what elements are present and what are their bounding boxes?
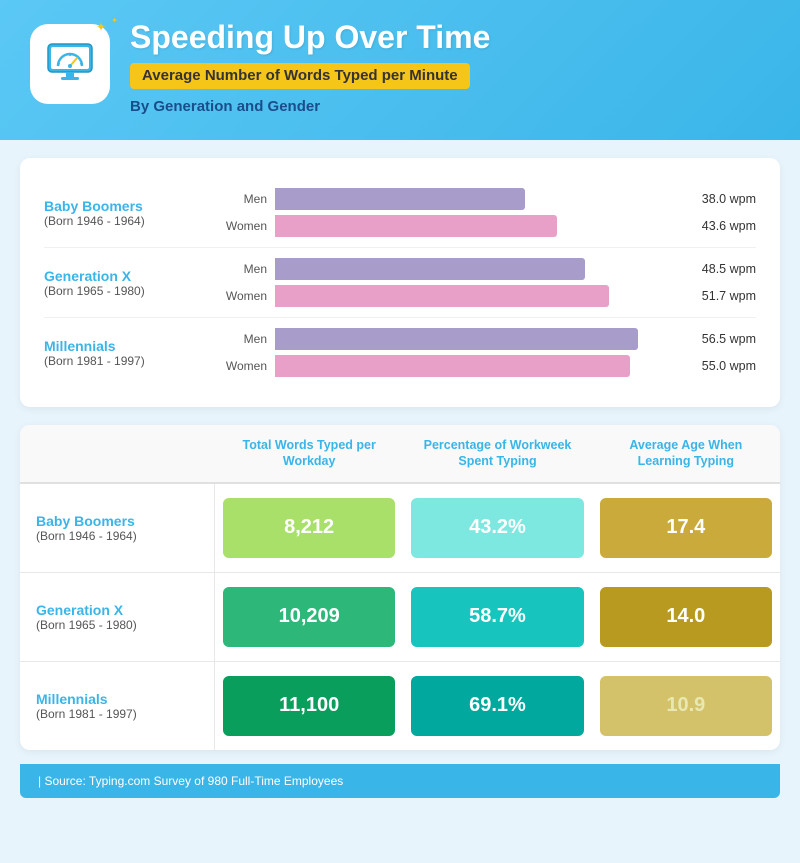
value-box-bb-pct: 43.2% <box>411 498 583 558</box>
value-box-mil-pct: 69.1% <box>411 676 583 736</box>
bar-men-gx <box>275 258 585 280</box>
bars-genx: Men 48.5 wpm Women 51.7 wpm <box>219 258 756 307</box>
table-val-bb-words: 8,212 <box>215 484 403 572</box>
gen-row-genx: Generation X (Born 1965 - 1980) Men 48.5… <box>44 248 756 318</box>
stats-table: Total Words Typed per Workday Percentage… <box>20 425 780 750</box>
header-icon-wrap: ✦ ✦ <box>30 24 110 104</box>
women-label-mil: Women <box>219 359 267 373</box>
table-val-gx-age: 14.0 <box>592 573 780 661</box>
header: ✦ ✦ Speeding Up Over Time Average Number… <box>0 0 800 140</box>
table-val-mil-pct: 69.1% <box>403 662 591 750</box>
source-bar: | Source: Typing.com Survey of 980 Full-… <box>20 764 780 798</box>
table-gen-name-bb: Baby Boomers <box>36 513 198 529</box>
table-gen-name-mil: Millennials <box>36 691 198 707</box>
value-box-mil-age: 10.9 <box>600 676 772 736</box>
sub-heading: By Generation and Gender <box>130 98 770 115</box>
table-col2-header: Percentage of Workweek Spent Typing <box>403 425 591 482</box>
main-content: Baby Boomers (Born 1946 - 1964) Men 38.0… <box>0 140 800 816</box>
bar-row-men-mil: Men 56.5 wpm <box>219 328 756 350</box>
value-box-mil-words: 11,100 <box>223 676 395 736</box>
men-label-mil: Men <box>219 332 267 346</box>
bar-row-women-mil: Women 55.0 wpm <box>219 355 756 377</box>
computer-icon <box>44 36 96 88</box>
bar-value-men-gx: 48.5 wpm <box>686 262 756 276</box>
gen-row-millennials: Millennials (Born 1981 - 1997) Men 56.5 … <box>44 318 756 387</box>
star-icon-small: ✦ <box>111 16 118 25</box>
table-gen-years-gx: (Born 1965 - 1980) <box>36 618 198 632</box>
bar-women-mil <box>275 355 630 377</box>
bar-container-women-gx <box>275 285 678 307</box>
gen-years-genx: (Born 1965 - 1980) <box>44 284 209 298</box>
bar-container-men-mil <box>275 328 678 350</box>
value-box-gx-words: 10,209 <box>223 587 395 647</box>
table-val-gx-words: 10,209 <box>215 573 403 661</box>
gen-years-millennials: (Born 1981 - 1997) <box>44 354 209 368</box>
bar-value-men-mil: 56.5 wpm <box>686 332 756 346</box>
table-row-baby-boomers: Baby Boomers (Born 1946 - 1964) 8,212 43… <box>20 484 780 573</box>
gen-label-baby-boomers: Baby Boomers (Born 1946 - 1964) <box>44 198 219 228</box>
table-gen-cell-bb: Baby Boomers (Born 1946 - 1964) <box>20 484 215 572</box>
bar-women-bb <box>275 215 557 237</box>
value-box-gx-pct: 58.7% <box>411 587 583 647</box>
gen-years-baby-boomers: (Born 1946 - 1964) <box>44 214 209 228</box>
bar-value-women-bb: 43.6 wpm <box>686 219 756 233</box>
value-box-bb-words: 8,212 <box>223 498 395 558</box>
bar-container-women-mil <box>275 355 678 377</box>
bars-millennials: Men 56.5 wpm Women 55.0 wpm <box>219 328 756 377</box>
bar-value-men-bb: 38.0 wpm <box>686 192 756 206</box>
bars-baby-boomers: Men 38.0 wpm Women 43.6 wpm <box>219 188 756 237</box>
table-gen-cell-gx: Generation X (Born 1965 - 1980) <box>20 573 215 661</box>
bar-value-women-gx: 51.7 wpm <box>686 289 756 303</box>
table-row-genx: Generation X (Born 1965 - 1980) 10,209 5… <box>20 573 780 662</box>
women-label-gx: Women <box>219 289 267 303</box>
table-val-bb-age: 17.4 <box>592 484 780 572</box>
bar-men-bb <box>275 188 525 210</box>
table-header: Total Words Typed per Workday Percentage… <box>20 425 780 484</box>
bar-women-gx <box>275 285 609 307</box>
gen-row-baby-boomers: Baby Boomers (Born 1946 - 1964) Men 38.0… <box>44 178 756 248</box>
table-col1-header: Total Words Typed per Workday <box>215 425 403 482</box>
bar-row-women-bb: Women 43.6 wpm <box>219 215 756 237</box>
men-label-bb: Men <box>219 192 267 206</box>
value-box-bb-age: 17.4 <box>600 498 772 558</box>
table-row-millennials: Millennials (Born 1981 - 1997) 11,100 69… <box>20 662 780 750</box>
gen-label-genx: Generation X (Born 1965 - 1980) <box>44 268 219 298</box>
bar-men-mil <box>275 328 638 350</box>
bar-row-men-gx: Men 48.5 wpm <box>219 258 756 280</box>
table-val-bb-pct: 43.2% <box>403 484 591 572</box>
women-label-bb: Women <box>219 219 267 233</box>
table-col3-header: Average Age When Learning Typing <box>592 425 780 482</box>
value-box-gx-age: 14.0 <box>600 587 772 647</box>
bar-row-men-bb: Men 38.0 wpm <box>219 188 756 210</box>
star-icon: ✦ <box>96 20 106 34</box>
table-gen-name-gx: Generation X <box>36 602 198 618</box>
subtitle-highlight: Average Number of Words Typed per Minute <box>130 63 470 89</box>
gen-label-millennials: Millennials (Born 1981 - 1997) <box>44 338 219 368</box>
main-title: Speeding Up Over Time <box>130 20 770 55</box>
table-gen-years-bb: (Born 1946 - 1964) <box>36 529 198 543</box>
bar-container-women-bb <box>275 215 678 237</box>
gen-name-genx: Generation X <box>44 268 209 284</box>
source-text: | Source: Typing.com Survey of 980 Full-… <box>38 774 343 788</box>
bar-container-men-gx <box>275 258 678 280</box>
table-gen-years-mil: (Born 1981 - 1997) <box>36 707 198 721</box>
bar-container-men-bb <box>275 188 678 210</box>
table-val-mil-words: 11,100 <box>215 662 403 750</box>
subtitle: Average Number of Words Typed per Minute <box>142 67 458 84</box>
gen-name-millennials: Millennials <box>44 338 209 354</box>
table-col0-header <box>20 425 215 482</box>
header-text-block: Speeding Up Over Time Average Number of … <box>130 20 770 115</box>
bar-row-women-gx: Women 51.7 wpm <box>219 285 756 307</box>
men-label-gx: Men <box>219 262 267 276</box>
table-gen-cell-mil: Millennials (Born 1981 - 1997) <box>20 662 215 750</box>
table-val-gx-pct: 58.7% <box>403 573 591 661</box>
bar-value-women-mil: 55.0 wpm <box>686 359 756 373</box>
gen-name-baby-boomers: Baby Boomers <box>44 198 209 214</box>
table-val-mil-age: 10.9 <box>592 662 780 750</box>
bar-chart-section: Baby Boomers (Born 1946 - 1964) Men 38.0… <box>20 158 780 407</box>
